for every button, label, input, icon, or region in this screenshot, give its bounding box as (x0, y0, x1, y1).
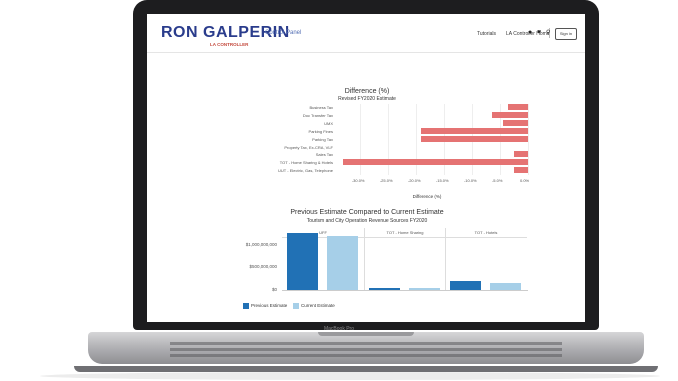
diff-chart-xlabel: Difference (%) (412, 194, 442, 199)
diff-category-label: Parking Fines (308, 128, 333, 134)
compare-baseline (282, 290, 528, 291)
diff-tick-label: -20.0% (407, 178, 421, 184)
compare-y-tick: $1,000,000,000 (245, 241, 277, 247)
diff-bar (508, 104, 528, 110)
compare-panel-header: TOT - Home Sharing (364, 228, 446, 238)
diff-bar (343, 159, 528, 166)
keyboard-row (170, 354, 562, 357)
diff-category-label: Doc Transfer Tax (302, 112, 333, 118)
control-panel-label[interactable]: Control Panel (265, 30, 301, 36)
diff-chart-title: Difference (%) (344, 88, 390, 95)
legend-current: Current Estimate (301, 303, 335, 308)
diff-bar (421, 127, 528, 134)
compare-panel-header: TOT - Hotels (445, 228, 527, 238)
diff-category-label: TOT - Home Sharing & Hotels (279, 160, 333, 166)
diff-chart-subtitle: Revised FY2020 Estimate (338, 96, 396, 102)
facebook-icon[interactable]: ● (528, 29, 532, 36)
compare-chart-subtitle: Tourism and City Operation Revenue Sourc… (306, 218, 428, 224)
legend-swatch-current (293, 303, 299, 309)
compare-y-tick: $500,000,000 (249, 264, 277, 270)
diff-tick-label: -25.0% (379, 178, 393, 184)
diff-category-label: Sales Tax (315, 152, 333, 158)
diff-category-label: UMX (324, 120, 333, 126)
diff-category-label: UUT - Electric, Gas, Telephone (278, 168, 333, 174)
search-icon[interactable]: ⚲ (546, 29, 550, 36)
diff-tick-label: -15.0% (435, 178, 449, 184)
diff-tick-label: 0.0% (520, 178, 530, 184)
twitter-icon[interactable]: ♥ (537, 29, 541, 36)
legend-previous: Previous Estimate (251, 303, 288, 308)
sign-in-button[interactable]: Sign in (555, 28, 577, 40)
diff-tick-label: -5.0% (491, 178, 503, 184)
diff-category-label: Property Tax, Ex-CRA, VLF (284, 144, 333, 150)
compare-panel-divider (445, 228, 446, 290)
brand-left: RON (161, 24, 199, 41)
compare-y-tick: $0 (271, 287, 277, 292)
diff-bar (513, 151, 528, 158)
keyboard-row (170, 348, 562, 351)
diff-bar (421, 135, 528, 142)
bar-previous-estimate (450, 280, 481, 290)
diff-tick-label: -30.0% (351, 178, 365, 184)
hinge-notch (318, 332, 414, 336)
diff-bar (502, 119, 528, 126)
nav-tutorials[interactable]: Tutorials (477, 31, 496, 37)
site-header: RON GALPERIN LA CONTROLLER Control Panel… (147, 14, 585, 53)
bar-current-estimate (490, 282, 521, 290)
diff-bar (491, 111, 528, 118)
bar-current-estimate (327, 236, 358, 290)
diff-category-label: Business Tax (309, 105, 334, 110)
diff-bar (513, 167, 528, 174)
diff-tick-label: -10.0% (463, 178, 477, 184)
legend-swatch-previous (243, 303, 249, 309)
laptop-bottom-lip (74, 366, 658, 372)
floor-shadow (40, 372, 660, 380)
diff-category-label: Parking Tax (312, 136, 333, 142)
bar-previous-estimate (287, 233, 318, 290)
keyboard-row (170, 342, 562, 345)
brand-subtitle: LA CONTROLLER (210, 42, 249, 47)
compare-chart-title: Previous Estimate Compared to Current Es… (290, 209, 444, 216)
compare-panel-divider (364, 228, 365, 290)
diff-gridline (528, 104, 529, 176)
laptop-screen: RON GALPERIN LA CONTROLLER Control Panel… (147, 14, 585, 322)
model-label: MacBook Pro (323, 326, 354, 332)
